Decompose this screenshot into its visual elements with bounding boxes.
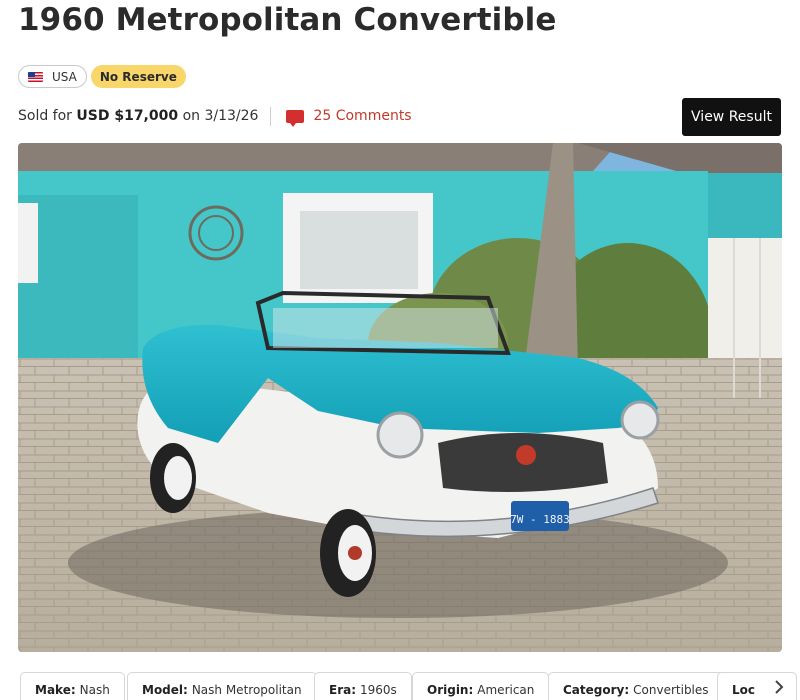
sold-date: 3/13/26 xyxy=(204,108,259,124)
spec-value: Nash Metropolitan xyxy=(191,683,302,697)
spec-chip-category[interactable]: Category: Convertibles xyxy=(548,672,724,700)
chevron-right-icon[interactable] xyxy=(772,680,786,694)
country-badge[interactable]: USA xyxy=(18,65,87,88)
spec-chip-origin[interactable]: Origin: American xyxy=(412,672,550,700)
country-label: USA xyxy=(52,69,77,84)
spec-value: Nash xyxy=(79,683,110,697)
plate-number: 7W - 1883 xyxy=(510,513,570,526)
spec-value: Convertibles xyxy=(633,683,709,697)
spec-chips: Make: Nash Model: Nash Metropolitan Era: 19… xyxy=(20,672,800,700)
spec-key: Model: xyxy=(142,683,188,697)
spec-value: American xyxy=(477,683,535,697)
comments-link[interactable]: 25 Comments xyxy=(286,108,412,127)
listing-title: 1960 Metropolitan Convertible xyxy=(18,2,557,38)
no-reserve-badge: No Reserve xyxy=(90,65,186,88)
spec-chip-era[interactable]: Era: 1960s xyxy=(314,672,412,700)
spec-key: Category: xyxy=(563,683,630,697)
badge-row: USA No Reserve xyxy=(18,65,186,88)
comment-bubble-icon xyxy=(286,109,305,127)
spec-key: Era: xyxy=(329,683,357,697)
sale-summary: Sold for USD $17,000 on 3/13/26 25 Comme… xyxy=(18,104,412,128)
divider xyxy=(270,106,272,126)
view-result-button[interactable]: View Result xyxy=(682,98,781,136)
reserve-label: No Reserve xyxy=(99,69,177,84)
sold-on: on xyxy=(182,108,201,124)
spec-key: Make: xyxy=(35,683,76,697)
spec-chip-make[interactable]: Make: Nash xyxy=(20,672,125,700)
spec-value: 1960s xyxy=(360,683,397,697)
spec-key: Origin: xyxy=(427,683,474,697)
comments-label: 25 Comments xyxy=(313,108,412,124)
sold-price: USD $17,000 xyxy=(76,108,179,124)
spec-chip-model[interactable]: Model: Nash Metropolitan xyxy=(127,672,317,700)
main-photo[interactable]: 7W - 1883 xyxy=(18,143,782,652)
us-flag-icon xyxy=(28,71,43,82)
spec-key: Loc xyxy=(732,683,756,697)
sold-prefix: Sold for xyxy=(18,108,72,124)
